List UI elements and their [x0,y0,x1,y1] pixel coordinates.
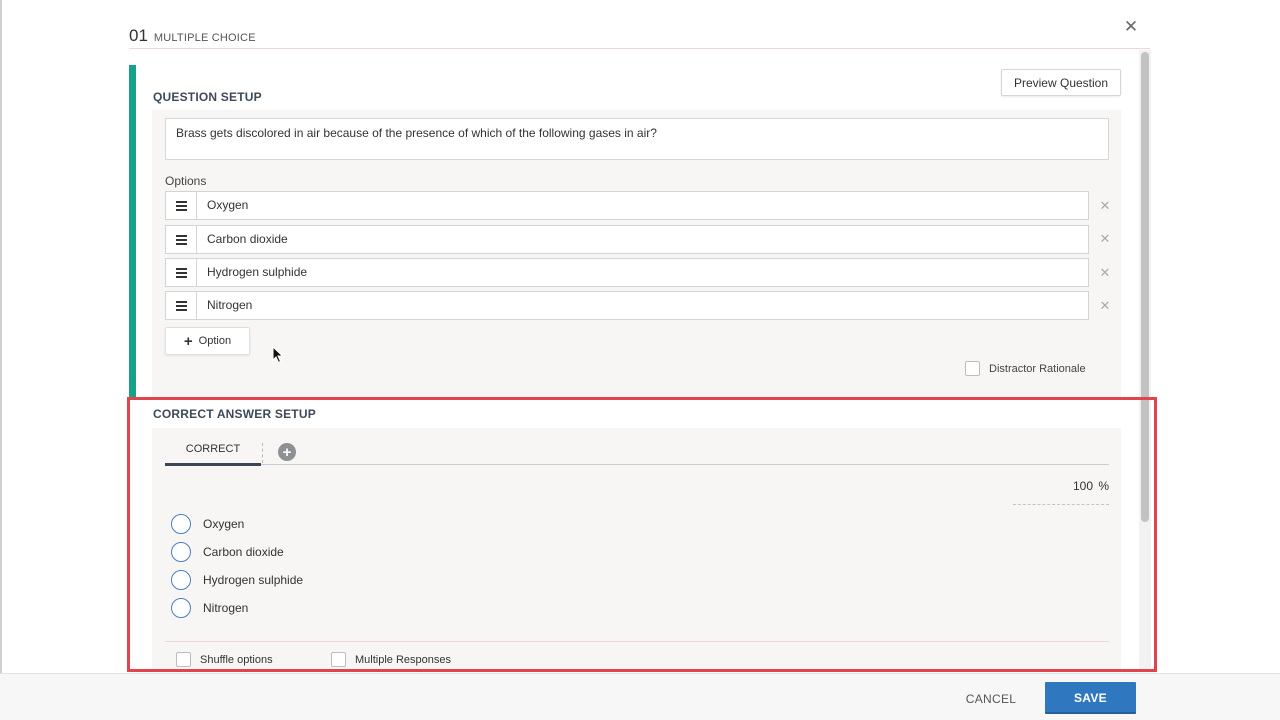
shuffle-options-control: Shuffle options [176,652,273,667]
tab-bar-line [165,464,1109,465]
answer-label: Hydrogen sulphide [203,573,304,587]
option-input[interactable]: Oxygen [196,191,1089,220]
question-header: 01 MULTIPLE CHOICE [129,26,256,48]
multiple-responses-label: Multiple Responses [355,653,451,666]
preview-question-button[interactable]: Preview Question [1001,69,1121,96]
tab-correct[interactable]: CORRECT [165,440,261,466]
score-field[interactable]: 100 % [1013,478,1109,505]
question-type: MULTIPLE CHOICE [153,32,256,44]
option-input[interactable]: Nitrogen [196,291,1089,320]
distractor-rationale-label: Distractor Rationale [989,362,1086,375]
drag-handle-icon[interactable] [165,225,196,254]
score-value[interactable]: 100 [1073,479,1093,493]
question-setup-title: QUESTION SETUP [153,90,262,104]
multiple-responses-checkbox[interactable] [331,652,346,667]
answer-divider [165,641,1109,642]
option-row: Hydrogen sulphide [165,258,1089,287]
window-edge [0,0,2,720]
plus-icon: + [183,332,193,350]
option-row: Oxygen [165,191,1089,220]
correct-answer-setup-title: CORRECT ANSWER SETUP [153,407,316,421]
tab-separator [262,443,263,463]
option-input[interactable]: Hydrogen sulphide [196,258,1089,287]
mouse-cursor-icon [272,346,284,364]
scrollbar-thumb[interactable] [1141,52,1149,522]
radio-button[interactable] [171,542,191,562]
multiple-responses-control: Multiple Responses [331,652,451,667]
add-option-button[interactable]: + Option [165,327,250,355]
add-alternate-answer-icon[interactable]: + [278,443,296,461]
radio-button[interactable] [171,514,191,534]
drag-handle-icon[interactable] [165,258,196,287]
score-unit: % [1098,479,1109,493]
remove-option-icon[interactable]: ✕ [1098,299,1112,313]
header-divider [129,48,1150,49]
remove-option-icon[interactable]: ✕ [1098,199,1112,213]
drag-handle-icon[interactable] [165,291,196,320]
question-number: 01 [129,26,148,45]
distractor-rationale-control: Distractor Rationale [965,361,1086,376]
answer-choice[interactable]: Nitrogen [171,598,248,618]
drag-handle-icon[interactable] [165,191,196,220]
distractor-rationale-checkbox[interactable] [965,361,980,376]
options-label: Options [165,174,207,188]
answer-choice[interactable]: Hydrogen sulphide [171,570,303,590]
option-input[interactable]: Carbon dioxide [196,225,1089,254]
add-option-label: Option [198,335,232,347]
shuffle-options-checkbox[interactable] [176,652,191,667]
answer-label: Nitrogen [203,601,249,615]
answer-label: Oxygen [203,517,245,531]
remove-option-icon[interactable]: ✕ [1098,266,1112,280]
save-button[interactable]: SAVE [1045,682,1136,714]
close-icon[interactable]: ✕ [1122,17,1140,37]
question-stem-input[interactable]: Brass gets discolored in air because of … [165,118,1109,160]
cancel-button[interactable]: CANCEL [956,687,1026,711]
option-row: Carbon dioxide [165,225,1089,254]
shuffle-options-label: Shuffle options [200,653,273,666]
answer-label: Carbon dioxide [203,545,284,559]
radio-button[interactable] [171,598,191,618]
answer-choice[interactable]: Carbon dioxide [171,542,284,562]
option-row: Nitrogen [165,291,1089,320]
remove-option-icon[interactable]: ✕ [1098,232,1112,246]
active-question-indicator [129,65,136,400]
radio-button[interactable] [171,570,191,590]
answer-choice[interactable]: Oxygen [171,514,244,534]
